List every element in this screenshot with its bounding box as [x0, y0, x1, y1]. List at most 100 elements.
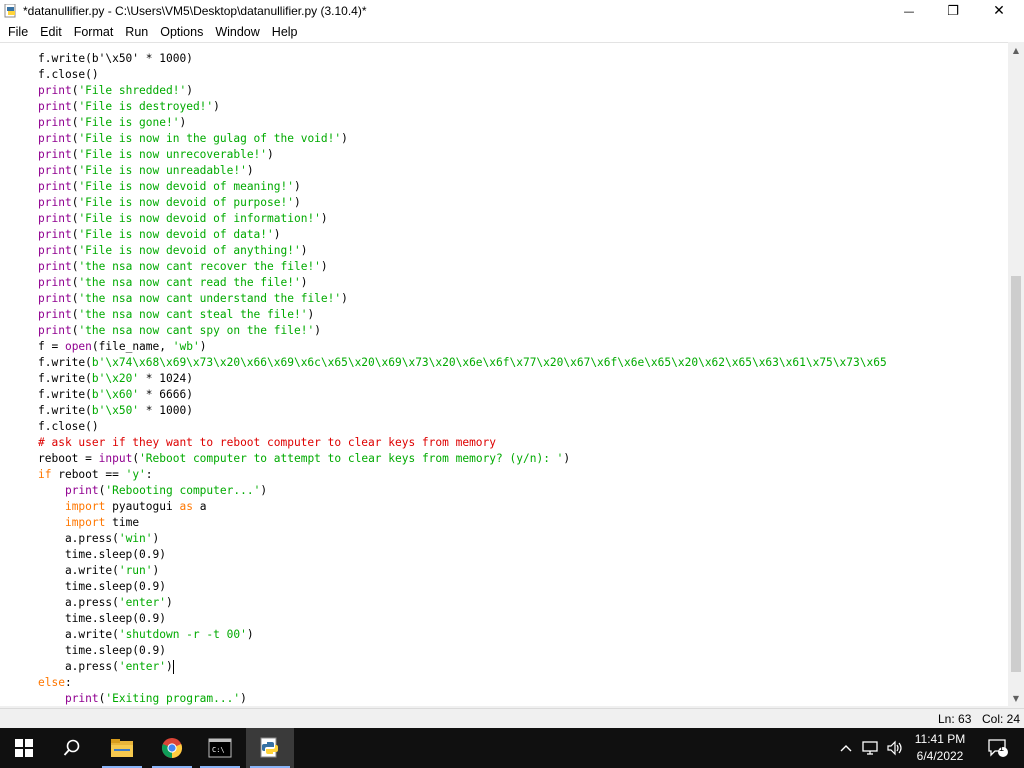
code-token: f =	[38, 340, 65, 353]
maximize-button[interactable]: ❐	[930, 0, 976, 22]
code-token: print	[38, 292, 72, 305]
code-token: 'y'	[125, 468, 146, 481]
text-cursor	[172, 660, 174, 674]
code-token: f.close()	[38, 68, 99, 81]
terminal-icon: C:\	[208, 738, 232, 758]
code-token: )	[165, 660, 173, 673]
code-line: print('Rebooting computer...')	[38, 483, 267, 499]
code-token: f.write(	[38, 356, 92, 369]
minimize-button[interactable]: —	[886, 0, 932, 22]
code-token: 'enter'	[118, 596, 166, 609]
menu-format[interactable]: Format	[68, 22, 120, 42]
code-line: f.write(b'\x50' * 1000)	[38, 403, 193, 419]
menu-edit[interactable]: Edit	[34, 22, 68, 42]
code-line: print('the nsa now cant read the file!')	[38, 275, 307, 291]
code-token: a.write(	[38, 564, 119, 577]
taskbar-terminal[interactable]: C:\	[196, 728, 244, 768]
chevron-up-icon	[840, 745, 852, 752]
code-token: time.sleep(0.9)	[38, 612, 166, 625]
code-token: 'Reboot computer to attempt to clear key…	[139, 452, 564, 465]
menu-window[interactable]: Window	[209, 22, 265, 42]
window-title: *datanullifier.py - C:\Users\VM5\Desktop…	[23, 4, 367, 18]
code-line: f.close()	[38, 419, 99, 435]
code-token: 'the nsa now cant recover the file!'	[78, 260, 321, 273]
taskbar-clock[interactable]: 11:41 PM 6/4/2022	[900, 731, 980, 765]
scroll-thumb[interactable]	[1011, 276, 1021, 672]
tray-network-button[interactable]	[860, 728, 882, 768]
code-token: time.sleep(0.9)	[38, 644, 166, 657]
code-token: # ask user if they want to reboot comput…	[38, 436, 497, 449]
clock-date: 6/4/2022	[916, 749, 964, 763]
code-line: time.sleep(0.9)	[38, 643, 166, 659]
code-line: print('File is destroyed!')	[38, 99, 220, 115]
code-token: )	[341, 292, 348, 305]
code-token: )	[320, 212, 328, 225]
code-token: 'wb'	[172, 340, 200, 353]
code-token: if	[38, 468, 52, 481]
minimize-icon: —	[903, 4, 915, 18]
taskbar-file-explorer[interactable]	[98, 728, 146, 768]
code-line: a.write('run')	[38, 563, 159, 579]
menu-help[interactable]: Help	[266, 22, 304, 42]
code-token: )	[152, 532, 160, 545]
code-token: 'the nsa now cant spy on the file!'	[78, 324, 315, 337]
vertical-scrollbar[interactable]: ▲ ▼	[1008, 42, 1024, 706]
start-button[interactable]	[0, 728, 48, 768]
code-line: time.sleep(0.9)	[38, 611, 166, 627]
code-line: import pyautogui as a	[38, 499, 206, 515]
code-token: )	[563, 452, 571, 465]
code-token: 'win'	[118, 532, 153, 545]
code-token: )	[314, 324, 321, 337]
code-token: )	[179, 116, 187, 129]
code-token: f.write(b'\x50' * 1000)	[38, 52, 193, 65]
clock-time: 11:41 PM	[914, 732, 966, 746]
code-token: b'\x20'	[91, 372, 140, 385]
code-token: 'the nsa now cant read the file!'	[78, 276, 301, 289]
code-line: import time	[38, 515, 139, 531]
code-token: print	[38, 132, 72, 145]
code-token: else	[38, 676, 65, 689]
code-editor[interactable]: f.write(b'\x50' * 1000) f.close() print('F…	[0, 42, 1008, 706]
code-token: input	[98, 452, 133, 465]
code-token: a.press(	[38, 532, 119, 545]
code-token: )	[293, 196, 301, 209]
code-token: 'File shredded!'	[78, 84, 187, 97]
code-line: print('File is now devoid of purpose!')	[38, 195, 301, 211]
menu-run[interactable]: Run	[119, 22, 154, 42]
code-token: reboot =	[38, 452, 99, 465]
code-token: pyautogui	[105, 500, 180, 513]
taskbar-python-idle[interactable]	[246, 728, 294, 768]
code-token: )	[300, 244, 308, 257]
code-token: )	[246, 628, 254, 641]
code-line: print('File is gone!')	[38, 115, 186, 131]
folder-icon	[111, 739, 133, 757]
notification-center-button[interactable]: 1	[980, 728, 1016, 768]
code-token: b'\x50'	[91, 404, 140, 417]
tray-overflow-button[interactable]	[836, 728, 856, 768]
code-token: print	[38, 196, 72, 209]
code-token: )	[213, 100, 220, 113]
scroll-down-icon[interactable]: ▼	[1008, 690, 1024, 706]
python-file-icon	[4, 4, 16, 18]
code-token: 'run'	[118, 564, 153, 577]
code-token: print	[38, 212, 72, 225]
taskbar-search-button[interactable]	[48, 728, 96, 768]
menu-file[interactable]: File	[2, 22, 34, 42]
close-button[interactable]: ✕	[976, 0, 1022, 22]
code-token: print	[64, 484, 99, 497]
status-column-number: Col: 24	[982, 712, 1021, 726]
code-line: f.write(b'\x20' * 1024)	[38, 371, 193, 387]
taskbar-chrome[interactable]	[148, 728, 196, 768]
scroll-up-icon[interactable]: ▲	[1008, 42, 1024, 58]
close-icon: ✕	[993, 3, 1005, 19]
code-token: )	[199, 340, 207, 353]
code-token: f.write(	[38, 404, 92, 417]
menu-options[interactable]: Options	[154, 22, 209, 42]
code-line: f.write(b'\x60' * 6666)	[38, 387, 193, 403]
code-token: )	[341, 132, 348, 145]
code-token: print	[64, 692, 99, 705]
code-token: print	[38, 244, 72, 257]
notification-count: 1	[999, 743, 1005, 753]
code-token: time.sleep(0.9)	[38, 548, 166, 561]
